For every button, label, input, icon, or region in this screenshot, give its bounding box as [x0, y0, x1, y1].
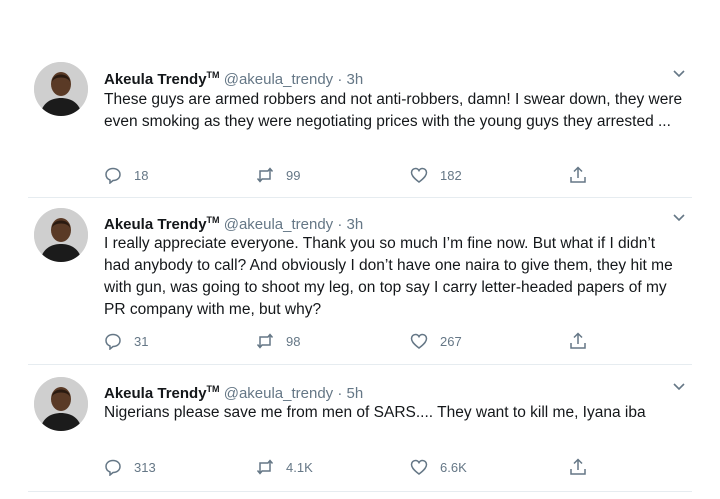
- tweet-text: I really appreciate everyone. Thank you …: [104, 235, 673, 318]
- tweet-header: Akeula TrendyTM @akeula_trendy · 3h: [104, 211, 363, 234]
- like-button[interactable]: 6.6K: [410, 457, 467, 477]
- separator-dot: ·: [337, 385, 343, 402]
- reply-count: 18: [134, 167, 149, 183]
- like-button[interactable]: 182: [410, 165, 462, 185]
- share-button[interactable]: [569, 331, 587, 351]
- tweet[interactable]: Akeula TrendyTM @akeula_trendy · 3h I re…: [0, 198, 720, 358]
- like-count: 6.6K: [440, 459, 467, 475]
- retweet-icon: [256, 459, 274, 475]
- reply-count: 313: [134, 459, 156, 475]
- author-name[interactable]: Akeula Trendy: [104, 71, 207, 88]
- author-handle[interactable]: @akeula_trendy: [224, 216, 333, 233]
- trademark-symbol: TM: [206, 70, 220, 80]
- retweet-icon: [256, 333, 274, 349]
- like-count: 267: [440, 333, 462, 349]
- chevron-down-icon[interactable]: [672, 379, 686, 393]
- tweet[interactable]: Akeula TrendyTM @akeula_trendy · 5h Nige…: [0, 365, 720, 495]
- like-button[interactable]: 267: [410, 331, 462, 351]
- heart-icon: [410, 167, 428, 183]
- heart-icon: [410, 459, 428, 475]
- tweet-actions: 31 98 267: [104, 331, 604, 351]
- author-name[interactable]: Akeula Trendy: [104, 385, 207, 402]
- reply-button[interactable]: 18: [104, 165, 148, 185]
- retweet-button[interactable]: 4.1K: [256, 457, 313, 477]
- timestamp[interactable]: 5h: [347, 385, 364, 402]
- share-icon: [570, 332, 586, 349]
- retweet-button[interactable]: 98: [256, 331, 300, 351]
- timestamp[interactable]: 3h: [347, 216, 364, 233]
- avatar[interactable]: [34, 377, 88, 431]
- avatar[interactable]: [34, 62, 88, 116]
- tweet[interactable]: Akeula TrendyTM @akeula_trendy · 3h Thes…: [0, 0, 720, 200]
- tweet-text: These guys are armed robbers and not ant…: [104, 91, 683, 130]
- trademark-symbol: TM: [206, 215, 220, 225]
- separator-dot: ·: [337, 71, 343, 88]
- trademark-symbol: TM: [206, 384, 220, 394]
- tweet-actions: 313 4.1K 6.6K: [104, 457, 604, 477]
- timestamp[interactable]: 3h: [347, 71, 364, 88]
- share-button[interactable]: [569, 457, 587, 477]
- reply-count: 31: [134, 333, 149, 349]
- separator-dot: ·: [337, 216, 343, 233]
- retweet-icon: [256, 167, 274, 183]
- reply-icon: [105, 167, 121, 184]
- retweet-button[interactable]: 99: [256, 165, 300, 185]
- retweet-count: 4.1K: [286, 459, 313, 475]
- share-button[interactable]: [569, 165, 587, 185]
- retweet-count: 98: [286, 333, 301, 349]
- author-name[interactable]: Akeula Trendy: [104, 216, 207, 233]
- like-count: 182: [440, 167, 462, 183]
- tweet-text: Nigerians please save me from men of SAR…: [104, 404, 646, 421]
- heart-icon: [410, 333, 428, 349]
- retweet-count: 99: [286, 167, 301, 183]
- tweet-separator: [28, 491, 692, 492]
- share-icon: [570, 458, 586, 475]
- reply-icon: [105, 459, 121, 476]
- reply-button[interactable]: 313: [104, 457, 156, 477]
- chevron-down-icon[interactable]: [672, 66, 686, 80]
- chevron-down-icon[interactable]: [672, 210, 686, 224]
- reply-button[interactable]: 31: [104, 331, 148, 351]
- tweet-actions: 18 99 182: [104, 165, 604, 185]
- tweet-header: Akeula TrendyTM @akeula_trendy · 5h: [104, 380, 363, 403]
- author-handle[interactable]: @akeula_trendy: [224, 71, 333, 88]
- reply-icon: [105, 333, 121, 350]
- author-handle[interactable]: @akeula_trendy: [224, 385, 333, 402]
- share-icon: [570, 166, 586, 183]
- avatar[interactable]: [34, 208, 88, 262]
- tweet-header: Akeula TrendyTM @akeula_trendy · 3h: [104, 66, 363, 89]
